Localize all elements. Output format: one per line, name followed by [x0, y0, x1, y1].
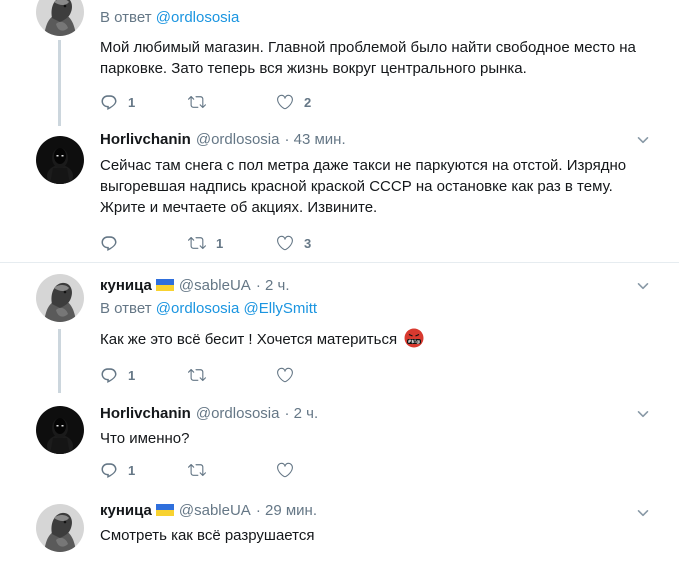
retweet-arrows-icon: [188, 366, 206, 384]
avatar[interactable]: [36, 504, 84, 552]
avatar[interactable]: [36, 274, 84, 322]
thread-line: [58, 40, 61, 126]
like-button[interactable]: 2: [276, 93, 364, 111]
tweet-1[interactable]: В ответ @ordlososia Мой любимый магазин.…: [0, 0, 679, 126]
angry-face-symbols-emoji: #$!@: [404, 328, 424, 348]
tweet-header: Horlivchanin @ordlososia · 2 ч.: [100, 403, 663, 423]
reply-count: 1: [128, 367, 136, 383]
ukraine-flag-icon: [155, 279, 174, 291]
timestamp[interactable]: · 43 мин.: [284, 131, 345, 148]
tweet-header: куница @sableUA · 2 ч.: [100, 275, 663, 295]
user-handle[interactable]: @sableUA: [179, 502, 251, 519]
user-handle[interactable]: @ordlososia: [196, 131, 280, 148]
reply-button[interactable]: 1: [100, 93, 188, 111]
like-count: 2: [304, 94, 312, 110]
reply-count: 1: [128, 94, 136, 110]
tweet-text-line: Смотреть как всё разрушается: [100, 527, 315, 544]
tweet-header: Horlivchanin @ordlososia · 43 мин.: [100, 129, 663, 149]
like-button[interactable]: [276, 461, 364, 479]
retweet-arrows-icon: [188, 234, 206, 252]
tweet-5[interactable]: куница @sableUA · 29 мин. Смотреть как в…: [0, 490, 679, 571]
avatar[interactable]: [36, 136, 84, 184]
speech-bubble-icon: [100, 93, 118, 111]
display-name[interactable]: Horlivchanin: [100, 405, 191, 422]
tweet-text-line: Жрите и мечтаете об акциях. Извините.: [100, 199, 378, 216]
heart-icon: [276, 93, 294, 111]
reply-count: 1: [128, 462, 136, 478]
tweet-text-line: Как же это всё бесит ! Хочется материтьс…: [100, 331, 398, 348]
reply-button[interactable]: 1: [100, 461, 188, 479]
timestamp[interactable]: · 29 мин.: [256, 502, 317, 519]
reply-button[interactable]: 1: [100, 366, 188, 384]
reply-to: В ответ @ordlososia: [100, 9, 240, 26]
avatar[interactable]: [36, 406, 84, 454]
reply-to-link[interactable]: @ordlososia @EllySmitt: [156, 300, 317, 317]
tweet-text-line: выгоревшая надпись красной краской СССР …: [100, 178, 613, 195]
display-name[interactable]: куница: [100, 277, 152, 294]
heart-icon: [276, 461, 294, 479]
retweet-button[interactable]: [188, 461, 276, 479]
tweet-text-line: Мой любимый магазин. Главной проблемой б…: [100, 39, 636, 56]
timestamp[interactable]: · 2 ч.: [284, 405, 318, 422]
like-button[interactable]: 3: [276, 234, 364, 252]
like-count: 3: [304, 235, 312, 251]
display-name[interactable]: куница: [100, 502, 152, 519]
speech-bubble-icon: [100, 366, 118, 384]
tweet-header: куница @sableUA · 29 мин.: [100, 500, 663, 520]
retweet-button[interactable]: 1: [188, 234, 276, 252]
tweet-text-line: парковке. Зато теперь вся жизнь вокруг ц…: [100, 60, 527, 77]
user-handle[interactable]: @sableUA: [179, 277, 251, 294]
retweet-count: 1: [216, 235, 224, 251]
retweet-button[interactable]: [188, 366, 276, 384]
thread-line: [58, 329, 61, 393]
reply-to: В ответ @ordlososia @EllySmitt: [100, 300, 318, 317]
svg-text:#$!@: #$!@: [407, 339, 420, 344]
retweet-arrows-icon: [188, 461, 206, 479]
display-name[interactable]: Horlivchanin: [100, 131, 191, 148]
like-button[interactable]: [276, 366, 364, 384]
tweet-4[interactable]: Horlivchanin @ordlososia · 2 ч. Что имен…: [0, 393, 679, 487]
tweet-text-line: Сейчас там снега с пол метра даже такси …: [100, 157, 627, 174]
retweet-button[interactable]: [188, 93, 276, 111]
avatar[interactable]: [36, 0, 84, 36]
speech-bubble-icon: [100, 234, 118, 252]
tweet-2[interactable]: Horlivchanin @ordlososia · 43 мин. Сейча…: [0, 126, 679, 262]
heart-icon: [276, 366, 294, 384]
timestamp[interactable]: · 2 ч.: [256, 277, 290, 294]
user-handle[interactable]: @ordlososia: [196, 405, 280, 422]
ukraine-flag-icon: [155, 504, 174, 516]
reply-to-link[interactable]: @ordlososia: [156, 9, 240, 26]
retweet-arrows-icon: [188, 93, 206, 111]
tweet-3[interactable]: куница @sableUA · 2 ч. В ответ @ordlosos…: [0, 263, 679, 393]
tweet-text-line: Что именно?: [100, 430, 190, 447]
speech-bubble-icon: [100, 461, 118, 479]
reply-button[interactable]: [100, 234, 188, 252]
heart-icon: [276, 234, 294, 252]
